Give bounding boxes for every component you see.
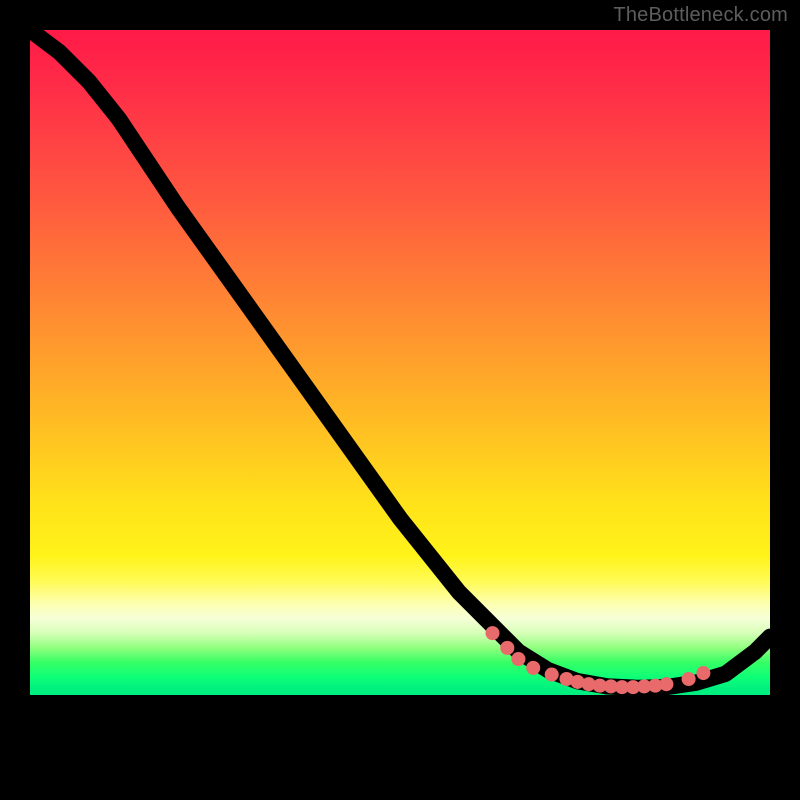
curve-layer — [30, 30, 770, 770]
highlight-dot — [545, 668, 559, 682]
watermark-text: TheBottleneck.com — [613, 4, 788, 27]
highlight-dot — [659, 677, 673, 691]
highlight-dot — [500, 641, 514, 655]
highlight-dot — [526, 661, 540, 675]
highlight-dot — [696, 666, 710, 680]
highlight-dot — [485, 626, 499, 640]
bottleneck-curve-path — [30, 30, 770, 688]
highlight-dot — [682, 672, 696, 686]
highlight-dot — [511, 652, 525, 666]
plot-area — [30, 30, 770, 770]
chart-stage: TheBottleneck.com — [0, 0, 800, 800]
